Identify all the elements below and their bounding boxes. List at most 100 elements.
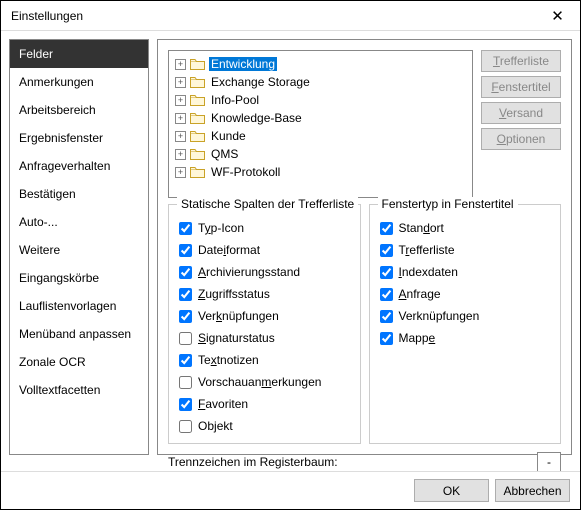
checkbox-label[interactable]: Favoriten — [198, 397, 248, 411]
sidebar-item[interactable]: Eingangskörbe — [10, 264, 148, 292]
sidebar-item[interactable]: Weitere — [10, 236, 148, 264]
tree-label: WF-Protokoll — [209, 165, 282, 179]
checkbox-label[interactable]: Standort — [399, 221, 444, 235]
group-title: Statische Spalten der Trefferliste — [177, 197, 358, 211]
tree-item[interactable]: + QMS — [175, 145, 466, 163]
group-fenstertyp: Fenstertyp in Fenstertitel StandortTreff… — [369, 204, 562, 444]
folder-icon — [190, 95, 205, 106]
checkbox-label[interactable]: Signaturstatus — [198, 331, 275, 345]
tree-item[interactable]: + Info-Pool — [175, 91, 466, 109]
checkbox-row: Typ-Icon — [179, 217, 350, 239]
folder-icon — [190, 113, 205, 124]
checkbox-row: Signaturstatus — [179, 327, 350, 349]
cancel-button[interactable]: Abbrechen — [495, 479, 570, 502]
checkbox[interactable] — [380, 244, 393, 257]
checkbox[interactable] — [179, 332, 192, 345]
separator-input[interactable] — [537, 452, 561, 472]
expand-icon[interactable]: + — [175, 95, 186, 106]
checkbox-label[interactable]: Textnotizen — [198, 353, 259, 367]
checkbox-row: Indexdaten — [380, 261, 551, 283]
checkbox[interactable] — [179, 288, 192, 301]
window-title: Einstellungen — [11, 9, 83, 23]
checkbox[interactable] — [380, 310, 393, 323]
group-trefferliste-columns: Statische Spalten der Trefferliste Typ-I… — [168, 204, 361, 444]
tree-label: Info-Pool — [209, 93, 261, 107]
sidebar-item[interactable]: Bestätigen — [10, 180, 148, 208]
sidebar-item[interactable]: Felder — [10, 40, 148, 68]
fenstertitel-button[interactable]: Fenstertitel — [481, 76, 561, 98]
tree-label: Entwicklung — [209, 57, 277, 71]
folder-icon — [190, 131, 205, 142]
checkbox[interactable] — [179, 420, 192, 433]
tree-item[interactable]: + Entwicklung — [175, 55, 466, 73]
tree-item[interactable]: + WF-Protokoll — [175, 163, 466, 181]
checkbox-label[interactable]: Trefferliste — [399, 243, 455, 257]
sidebar-item[interactable]: Anfrageverhalten — [10, 152, 148, 180]
checkbox-row: Verknüpfungen — [380, 305, 551, 327]
folder-icon — [190, 149, 205, 160]
expand-icon[interactable]: + — [175, 59, 186, 70]
tree-label: Knowledge-Base — [209, 111, 304, 125]
tree-item[interactable]: + Exchange Storage — [175, 73, 466, 91]
checkbox-row: Textnotizen — [179, 349, 350, 371]
separator-label: Trennzeichen im Registerbaum: — [168, 455, 338, 469]
sidebar-item[interactable]: Auto-... — [10, 208, 148, 236]
checkbox-row: Verknüpfungen — [179, 305, 350, 327]
tree-item[interactable]: + Knowledge-Base — [175, 109, 466, 127]
folder-icon — [190, 77, 205, 88]
checkbox-label[interactable]: Objekt — [198, 419, 233, 433]
checkbox[interactable] — [179, 222, 192, 235]
group-title: Fenstertyp in Fenstertitel — [378, 197, 518, 211]
expand-icon[interactable]: + — [175, 113, 186, 124]
checkbox[interactable] — [179, 398, 192, 411]
checkbox-row: Mappe — [380, 327, 551, 349]
checkbox[interactable] — [179, 244, 192, 257]
sidebar-item[interactable]: Zonale OCR — [10, 348, 148, 376]
sidebar-item[interactable]: Anmerkungen — [10, 68, 148, 96]
folder-icon — [190, 167, 205, 178]
sidebar: FelderAnmerkungenArbeitsbereichErgebnisf… — [9, 39, 149, 455]
checkbox[interactable] — [380, 332, 393, 345]
checkbox-row: Zugriffsstatus — [179, 283, 350, 305]
checkbox[interactable] — [179, 376, 192, 389]
close-button[interactable]: ✕ — [535, 1, 580, 31]
expand-icon[interactable]: + — [175, 131, 186, 142]
checkbox-row: Vorschauanmerkungen — [179, 371, 350, 393]
checkbox-label[interactable]: Mappe — [399, 331, 436, 345]
ok-button[interactable]: OK — [414, 479, 489, 502]
versand-button[interactable]: Versand — [481, 102, 561, 124]
register-tree[interactable]: +Entwicklung+Exchange Storage+Info-Pool+… — [168, 50, 473, 198]
checkbox-row: Favoriten — [179, 393, 350, 415]
checkbox-row: Anfrage — [380, 283, 551, 305]
checkbox-label[interactable]: Indexdaten — [399, 265, 458, 279]
sidebar-item[interactable]: Volltextfacetten — [10, 376, 148, 404]
checkbox-label[interactable]: Archivierungsstand — [198, 265, 300, 279]
optionen-button[interactable]: Optionen — [481, 128, 561, 150]
checkbox-label[interactable]: Verknüpfungen — [399, 309, 480, 323]
expand-icon[interactable]: + — [175, 167, 186, 178]
tree-item[interactable]: +Kunde — [175, 127, 466, 145]
expand-icon[interactable]: + — [175, 149, 186, 160]
sidebar-item[interactable]: Lauflistenvorlagen — [10, 292, 148, 320]
checkbox[interactable] — [380, 266, 393, 279]
checkbox-label[interactable]: Zugriffsstatus — [198, 287, 270, 301]
checkbox[interactable] — [380, 288, 393, 301]
checkbox[interactable] — [380, 222, 393, 235]
sidebar-item[interactable]: Arbeitsbereich — [10, 96, 148, 124]
sidebar-item[interactable]: Menüband anpassen — [10, 320, 148, 348]
checkbox-label[interactable]: Verknüpfungen — [198, 309, 279, 323]
checkbox-row: Archivierungsstand — [179, 261, 350, 283]
expand-icon[interactable]: + — [175, 77, 186, 88]
checkbox-label[interactable]: Typ-Icon — [198, 221, 244, 235]
checkbox[interactable] — [179, 354, 192, 367]
tree-label: QMS — [209, 147, 240, 161]
sidebar-item[interactable]: Ergebnisfenster — [10, 124, 148, 152]
checkbox[interactable] — [179, 266, 192, 279]
checkbox-label[interactable]: Anfrage — [399, 287, 441, 301]
checkbox[interactable] — [179, 310, 192, 323]
tree-label: Exchange Storage — [209, 75, 312, 89]
trefferliste-button[interactable]: Trefferliste — [481, 50, 561, 72]
checkbox-label[interactable]: Dateiformat — [198, 243, 260, 257]
folder-icon — [190, 59, 205, 70]
checkbox-label[interactable]: Vorschauanmerkungen — [198, 375, 321, 389]
